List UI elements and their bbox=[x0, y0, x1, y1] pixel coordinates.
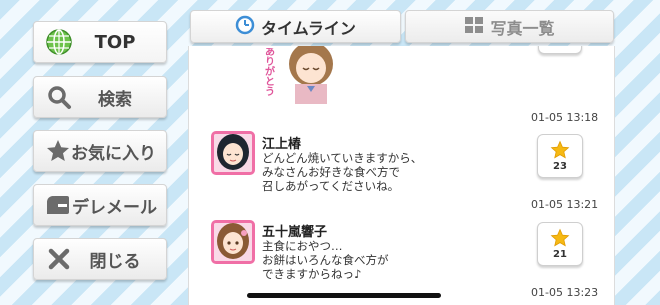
post-text-line: 召しあがってくださいね。 bbox=[262, 179, 400, 193]
nav-top-label: TOP bbox=[94, 31, 136, 53]
tab-photos[interactable]: 写真一覧 bbox=[405, 10, 614, 43]
nav-deremail-button[interactable]: デレメール bbox=[33, 184, 167, 226]
like-count: 23 bbox=[553, 161, 567, 172]
post-text-line: どんどん焼いていきますから、 bbox=[262, 151, 423, 165]
star-icon bbox=[550, 140, 570, 159]
post-text-line: できますからねっ♪ bbox=[262, 267, 362, 281]
post-text-line: 主食におやつ… bbox=[262, 239, 343, 253]
nav-search-button[interactable]: 検索 bbox=[33, 76, 167, 118]
nav-favorites-button[interactable]: お気に入り bbox=[33, 130, 167, 172]
mailbox-icon bbox=[44, 190, 72, 220]
poster-name: 五十嵐響子 bbox=[262, 225, 328, 240]
nav-deremail-label: デレメール bbox=[72, 197, 157, 218]
poster-name: 江上椿 bbox=[262, 137, 302, 152]
post-timestamp: 01-05 13:21 bbox=[531, 198, 599, 211]
avatar[interactable] bbox=[211, 131, 255, 175]
like-count: 21 bbox=[553, 249, 567, 260]
like-button[interactable]: 23 bbox=[537, 134, 583, 178]
post-text-line: お餅はいろんな食べ方が bbox=[262, 253, 389, 267]
post-image-caption: ありがとう bbox=[265, 48, 275, 98]
timeline-panel[interactable]: ありがとう 01-05 13:18 江上椿 どんどん焼いていきますから、 みなさ… bbox=[188, 46, 615, 305]
post-timestamp: 01-05 13:23 bbox=[531, 286, 599, 299]
nav-close-button[interactable]: 閉じる bbox=[33, 238, 167, 280]
globe-icon bbox=[44, 27, 74, 57]
star-icon bbox=[550, 228, 570, 247]
tab-photos-label: 写真一覧 bbox=[490, 18, 555, 38]
clock-icon bbox=[235, 15, 255, 39]
search-icon bbox=[44, 82, 74, 112]
nav-favorites-label: お気に入り bbox=[71, 143, 156, 164]
nav-top-button[interactable]: TOP bbox=[33, 21, 167, 63]
like-button[interactable]: 21 bbox=[537, 222, 583, 266]
post-image[interactable]: ありがとう bbox=[265, 46, 337, 104]
nav-close-label: 閉じる bbox=[89, 251, 141, 272]
star-button-top-cut[interactable] bbox=[538, 46, 582, 54]
avatar[interactable] bbox=[211, 220, 255, 264]
close-icon bbox=[44, 244, 74, 274]
star-icon bbox=[44, 136, 71, 166]
tab-timeline-label: タイムライン bbox=[261, 18, 356, 38]
tab-timeline[interactable]: タイムライン bbox=[190, 10, 401, 43]
nav-search-label: 検索 bbox=[98, 89, 132, 110]
post-text-line: みなさんお好きな食べ方で bbox=[262, 165, 400, 179]
grid-icon bbox=[464, 16, 484, 38]
home-indicator[interactable] bbox=[247, 293, 441, 298]
post-timestamp: 01-05 13:18 bbox=[531, 111, 599, 124]
